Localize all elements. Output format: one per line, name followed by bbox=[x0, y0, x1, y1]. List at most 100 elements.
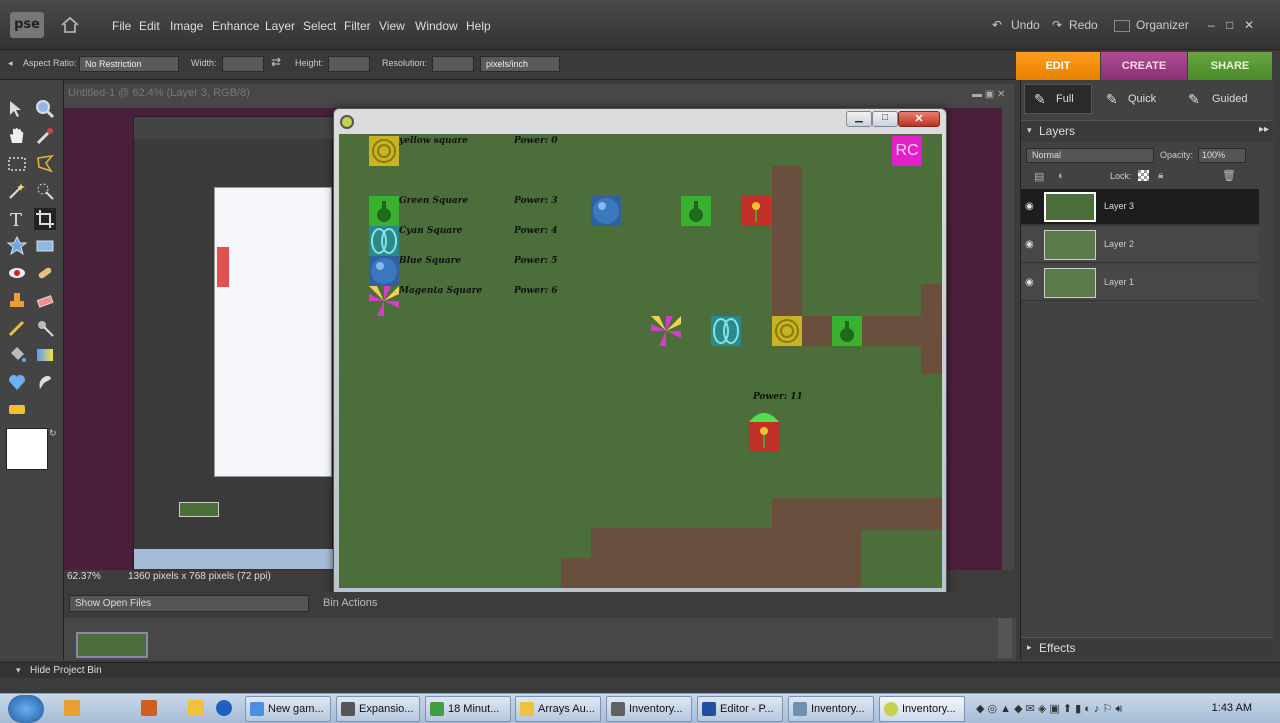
lasso-tool-icon[interactable] bbox=[34, 153, 56, 175]
swap-colors-icon[interactable]: ↻ bbox=[49, 428, 57, 439]
clock[interactable]: 1:43 AM bbox=[1212, 702, 1252, 714]
layers-panel-header[interactable]: ▾ Layers ▸▸ bbox=[1021, 120, 1273, 142]
blend-mode-select[interactable]: Normal bbox=[1026, 148, 1154, 163]
task-expansion[interactable]: Expansio... bbox=[336, 696, 420, 722]
new-layer-icon[interactable]: ▤ bbox=[1034, 170, 1044, 183]
doc-window-controls[interactable]: ▬ ▣ ✕ bbox=[972, 89, 1005, 100]
menu-image[interactable]: Image bbox=[170, 19, 203, 33]
redo-button[interactable]: Redo bbox=[1069, 18, 1098, 32]
hide-bin-icon[interactable]: ▾ bbox=[16, 665, 21, 676]
menu-select[interactable]: Select bbox=[303, 19, 336, 33]
paint-bucket-tool-icon[interactable] bbox=[6, 344, 28, 366]
aspect-ratio-select[interactable]: No Restriction bbox=[79, 56, 179, 72]
home-icon[interactable] bbox=[60, 16, 80, 34]
task-inventory-2[interactable]: Inventory... bbox=[788, 696, 874, 722]
quick-mode-icon[interactable]: ✎ bbox=[1106, 86, 1118, 112]
swap-icon[interactable]: ⇄ bbox=[271, 55, 281, 69]
skype-icon[interactable] bbox=[216, 700, 232, 716]
height-input[interactable] bbox=[328, 56, 370, 72]
resolution-input[interactable] bbox=[432, 56, 474, 72]
game-maximize-button[interactable]: □ bbox=[872, 111, 898, 127]
task-18-minutes[interactable]: 18 Minut... bbox=[425, 696, 511, 722]
menu-enhance[interactable]: Enhance bbox=[212, 19, 259, 33]
task-new-game[interactable]: New gam... bbox=[245, 696, 331, 722]
menu-file[interactable]: File bbox=[112, 19, 131, 33]
width-input[interactable] bbox=[222, 56, 264, 72]
red-flower-item[interactable] bbox=[741, 196, 771, 226]
bin-actions-menu[interactable]: Bin Actions bbox=[323, 597, 377, 609]
explorer-icon[interactable] bbox=[188, 700, 204, 716]
player-character[interactable] bbox=[749, 406, 779, 452]
blur-tool-icon[interactable] bbox=[34, 371, 56, 393]
trash-icon[interactable]: 🗑︎ bbox=[1222, 169, 1236, 182]
spot-healing-tool-icon[interactable] bbox=[34, 262, 56, 284]
magenta-pinwheel-item[interactable] bbox=[651, 316, 681, 346]
menu-help[interactable]: Help bbox=[466, 19, 491, 33]
red-eye-tool-icon[interactable] bbox=[6, 262, 28, 284]
eraser-tool-icon[interactable] bbox=[34, 290, 56, 312]
start-button[interactable] bbox=[8, 695, 44, 723]
menu-layer[interactable]: Layer bbox=[265, 19, 295, 33]
minimize-icon[interactable]: – bbox=[1208, 18, 1215, 32]
panel-menu-icon[interactable]: ▸▸ bbox=[1259, 124, 1269, 135]
media-player-icon[interactable] bbox=[64, 700, 80, 716]
lock-transparency-icon[interactable] bbox=[1138, 170, 1149, 181]
zoom-tool-icon[interactable] bbox=[34, 98, 56, 120]
undo-button[interactable]: Undo bbox=[1011, 18, 1040, 32]
game-field[interactable]: yellow square Power: 0 Green Square Powe… bbox=[339, 134, 942, 588]
close-icon[interactable]: ✕ bbox=[1244, 18, 1254, 32]
tab-create[interactable]: CREATE bbox=[1101, 52, 1187, 80]
menu-edit[interactable]: Edit bbox=[139, 19, 160, 33]
task-inventory-1[interactable]: Inventory... bbox=[606, 696, 692, 722]
tab-edit[interactable]: EDIT bbox=[1016, 52, 1100, 80]
pencil-tool-icon[interactable] bbox=[6, 317, 28, 339]
magic-wand-tool-icon[interactable] bbox=[6, 180, 28, 202]
opacity-input[interactable]: 100% bbox=[1198, 148, 1246, 163]
hide-project-bin-button[interactable]: Hide Project Bin bbox=[30, 665, 102, 676]
quick-selection-tool-icon[interactable] bbox=[34, 180, 56, 202]
marquee-tool-icon[interactable] bbox=[6, 153, 28, 175]
guided-mode-icon[interactable]: ✎ bbox=[1188, 86, 1200, 112]
yellow-item[interactable] bbox=[772, 316, 802, 346]
game-minimize-button[interactable]: ▁ bbox=[846, 111, 872, 127]
game-close-button[interactable]: ✕ bbox=[898, 111, 940, 127]
mode-guided-button[interactable]: Guided bbox=[1212, 86, 1247, 112]
green-potion-item[interactable] bbox=[681, 196, 711, 226]
show-open-files-select[interactable]: Show Open Files bbox=[69, 595, 309, 612]
visibility-eye-icon[interactable]: ◉ bbox=[1025, 201, 1034, 212]
hand-tool-icon[interactable] bbox=[6, 125, 28, 147]
organizer-button[interactable]: Organizer bbox=[1136, 18, 1189, 32]
layer-row-1[interactable]: ◉ Layer 1 bbox=[1021, 265, 1259, 301]
visibility-eye-icon[interactable]: ◉ bbox=[1025, 277, 1034, 288]
type-tool-icon[interactable]: T bbox=[6, 208, 28, 230]
maximize-icon[interactable]: □ bbox=[1226, 18, 1233, 32]
bin-thumbnail[interactable] bbox=[76, 632, 148, 658]
adjustment-layer-icon[interactable]: ◐ bbox=[1058, 170, 1065, 182]
smart-brush-tool-icon[interactable] bbox=[34, 317, 56, 339]
bin-scrollbar[interactable] bbox=[998, 618, 1012, 658]
rc-badge[interactable]: RC bbox=[892, 136, 922, 166]
menu-window[interactable]: Window bbox=[415, 19, 458, 33]
eyedropper-tool-icon[interactable] bbox=[34, 125, 56, 147]
tab-share[interactable]: SHARE bbox=[1188, 52, 1272, 80]
resolution-unit-select[interactable]: pixels/inch bbox=[480, 56, 560, 72]
crop-tool-icon[interactable] bbox=[34, 208, 56, 230]
system-tray-icons[interactable]: ◆ ◎ ▲ ◆ ✉ ◈ ▣ ⬆ ▮ ◐ ♪ ⚐ 🔊︎ bbox=[976, 702, 1122, 716]
task-editor[interactable]: Editor - P... bbox=[697, 696, 783, 722]
illustrator-icon[interactable] bbox=[141, 700, 157, 716]
gradient-tool-icon[interactable] bbox=[34, 344, 56, 366]
sponge-tool-icon[interactable] bbox=[6, 398, 28, 420]
shape-tool-icon[interactable] bbox=[6, 371, 28, 393]
move-tool-icon[interactable] bbox=[6, 98, 28, 120]
cyan-item[interactable] bbox=[711, 316, 741, 346]
menu-filter[interactable]: Filter bbox=[344, 19, 371, 33]
document-title[interactable]: Untitled-1 @ 62.4% (Layer 3, RGB/8) bbox=[68, 87, 250, 99]
menu-view[interactable]: View bbox=[379, 19, 405, 33]
task-arrays[interactable]: Arrays Au... bbox=[515, 696, 601, 722]
task-inventory-3[interactable]: Inventory... bbox=[879, 696, 965, 722]
lock-all-icon[interactable]: 🔒︎ bbox=[1158, 170, 1163, 181]
blue-orb-item[interactable] bbox=[591, 196, 621, 226]
mode-quick-button[interactable]: Quick bbox=[1128, 86, 1156, 112]
green-potion-item[interactable] bbox=[832, 316, 862, 346]
cookie-cutter-tool-icon[interactable] bbox=[6, 235, 28, 257]
